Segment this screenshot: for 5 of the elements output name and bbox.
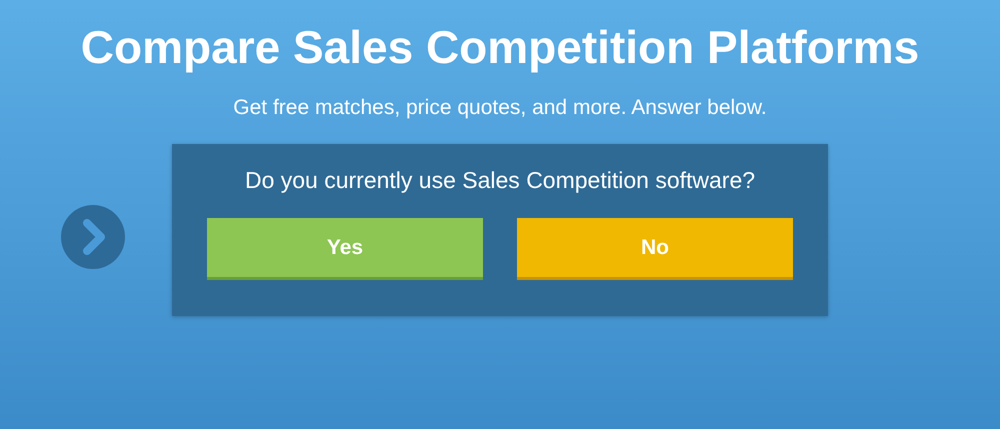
page-title: Compare Sales Competition Platforms: [80, 20, 920, 75]
question-text: Do you currently use Sales Competition software?: [244, 166, 756, 195]
yes-button[interactable]: Yes: [207, 218, 483, 280]
no-button[interactable]: No: [517, 218, 793, 280]
subtitle: Get free matches, price quotes, and more. Answer below.: [233, 95, 767, 121]
